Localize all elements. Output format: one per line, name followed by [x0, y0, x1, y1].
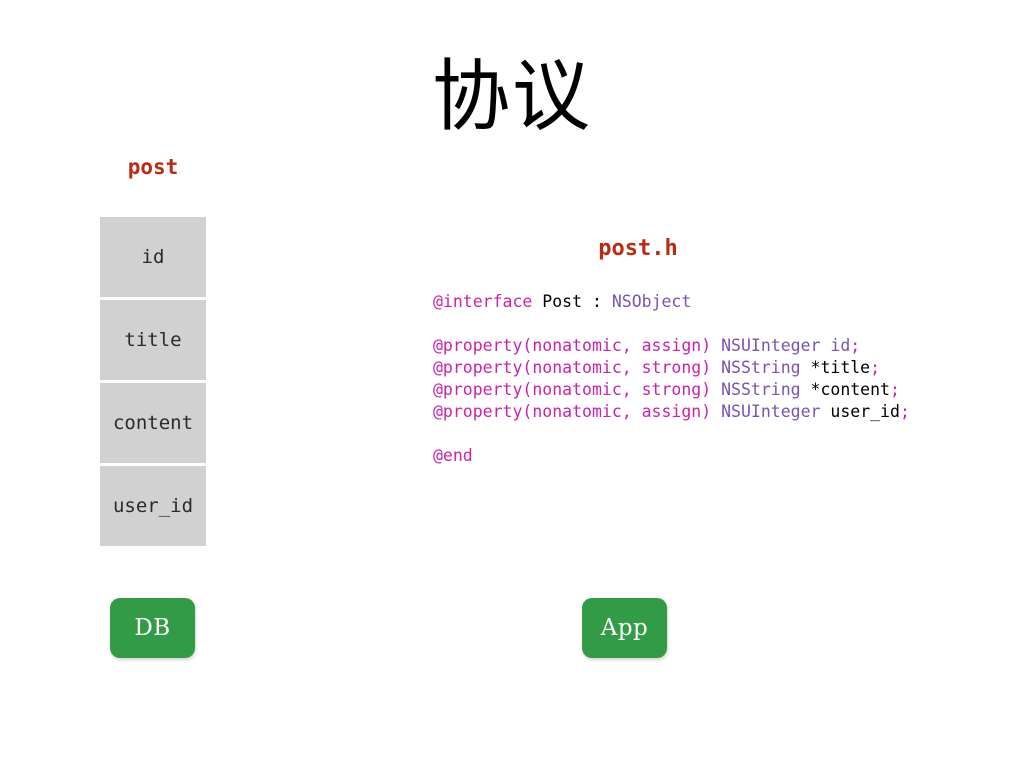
db-table-diagram: post id title content user_id — [100, 155, 206, 546]
code-token: *content — [810, 380, 890, 399]
db-node-label: DB — [134, 615, 171, 641]
code-line: @property(nonatomic, strong) NSString *t… — [433, 357, 993, 379]
code-token: ( — [522, 358, 533, 377]
code-token: ) — [701, 358, 722, 377]
db-table-column: user_id — [100, 466, 206, 546]
db-table-column-label: content — [112, 412, 194, 434]
db-table-column: title — [100, 300, 206, 380]
app-node-box[interactable]: App — [582, 598, 667, 658]
db-table-column-label: id — [141, 246, 165, 268]
code-token: , — [621, 380, 642, 399]
code-panel: post.h @interface Post : NSObject @prope… — [433, 236, 993, 467]
code-token: assign — [641, 336, 702, 355]
code-token: *title — [810, 358, 871, 377]
code-line: @interface Post : NSObject — [433, 291, 993, 313]
code-line: @property(nonatomic, strong) NSString *c… — [433, 379, 993, 401]
code-token: ; — [890, 380, 900, 399]
code-token: ; — [850, 336, 861, 355]
code-token: @property — [433, 380, 523, 399]
code-token: ( — [522, 336, 533, 355]
page-title-text: 协议 — [431, 52, 592, 142]
code-token: assign — [641, 402, 702, 421]
code-token: ) — [701, 380, 722, 399]
code-token: id — [830, 336, 851, 355]
code-line: @property(nonatomic, assign) NSUInteger … — [433, 335, 993, 357]
app-node-label: App — [600, 615, 649, 641]
db-table-column: content — [100, 383, 206, 463]
db-node-box[interactable]: DB — [110, 598, 195, 658]
db-table-column: id — [100, 217, 206, 297]
code-token: ( — [522, 402, 533, 421]
code-filename: post.h — [598, 236, 678, 261]
db-table-column-label: title — [124, 329, 182, 351]
code-token: , — [621, 358, 642, 377]
code-token: nonatomic — [532, 380, 622, 399]
code-token: , — [621, 402, 642, 421]
code-token: NSObject — [611, 292, 692, 311]
code-token: NSString — [721, 358, 811, 377]
code-token: nonatomic — [532, 402, 622, 421]
code-token: strong — [641, 358, 702, 377]
code-block: @interface Post : NSObject @property(non… — [433, 291, 993, 467]
code-token: NSUInteger — [721, 402, 831, 421]
code-token: ; — [899, 402, 910, 421]
page-title: 协议 — [0, 58, 1024, 136]
code-token: @property — [433, 402, 523, 421]
code-token: NSUInteger — [721, 336, 831, 355]
code-line: @end — [433, 445, 993, 467]
code-token: @interface — [433, 292, 533, 311]
code-token: nonatomic — [532, 358, 622, 377]
code-token: ) — [701, 402, 722, 421]
code-token: ( — [522, 380, 533, 399]
code-token: NSString — [721, 380, 811, 399]
code-token: ; — [870, 358, 881, 377]
code-token: Post : — [532, 292, 612, 311]
db-table-name: post — [127, 155, 179, 179]
code-token: ) — [701, 336, 722, 355]
code-token: , — [621, 336, 642, 355]
code-token: @property — [433, 336, 523, 355]
code-token: nonatomic — [532, 336, 622, 355]
db-table-column-label: user_id — [112, 495, 194, 517]
code-token: user_id — [830, 402, 900, 421]
code-line: @property(nonatomic, assign) NSUInteger … — [433, 401, 993, 423]
db-table-column-list: id title content user_id — [100, 217, 206, 546]
code-token: @end — [433, 446, 473, 465]
code-token: @property — [433, 358, 523, 377]
code-token: strong — [641, 380, 702, 399]
